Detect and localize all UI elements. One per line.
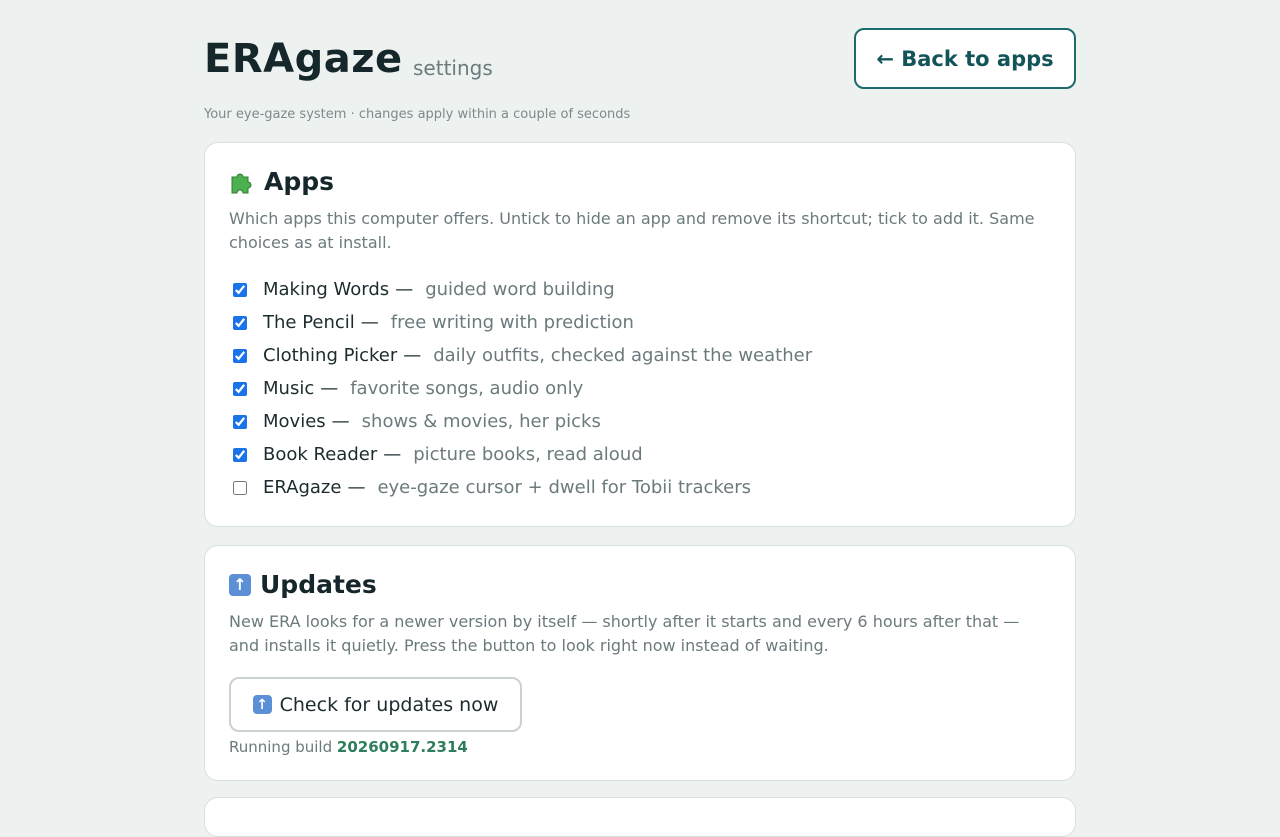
check-updates-label: Check for updates now xyxy=(279,693,499,716)
app-separator: — xyxy=(383,444,402,465)
app-name: ERAgaze xyxy=(263,477,342,498)
page-tagline: Your eye-gaze system · changes apply wit… xyxy=(204,107,631,122)
app-name: The Pencil xyxy=(263,312,355,333)
app-separator: — xyxy=(360,312,379,333)
build-label: Running build xyxy=(229,738,333,756)
updates-card: ↑ Updates New ERA looks for a newer vers… xyxy=(204,545,1076,781)
list-item[interactable]: ERAgaze — eye-gaze cursor + dwell for To… xyxy=(229,471,812,504)
app-separator: — xyxy=(403,345,422,366)
puzzle-piece-icon xyxy=(229,169,255,195)
app-description: daily outfits, checked against the weath… xyxy=(433,345,813,366)
apps-card: Apps Which apps this computer offers. Un… xyxy=(204,142,1076,527)
check-updates-button[interactable]: ↑ Check for updates now xyxy=(229,677,522,732)
up-arrow-icon: ↑ xyxy=(252,695,272,714)
app-separator: — xyxy=(395,279,414,300)
app-checkbox-book-reader[interactable] xyxy=(233,447,247,462)
list-item[interactable]: The Pencil — free writing with predictio… xyxy=(229,306,812,339)
list-item[interactable]: Movies — shows & movies, her picks xyxy=(229,405,812,438)
page-title: ERAgaze xyxy=(204,36,403,82)
app-name: Making Words xyxy=(263,279,390,300)
page-subtitle: settings xyxy=(413,56,493,80)
up-arrow-icon: ↑ xyxy=(229,573,251,596)
back-to-apps-button[interactable]: ← Back to apps xyxy=(854,28,1076,89)
app-name: Music xyxy=(263,378,315,399)
app-checkbox-clothing-picker[interactable] xyxy=(233,348,247,363)
updates-title: Updates xyxy=(260,570,377,599)
apps-heading: Apps xyxy=(229,167,334,196)
app-name: Clothing Picker xyxy=(263,345,398,366)
app-checkbox-the-pencil[interactable] xyxy=(233,315,247,330)
list-item[interactable]: Book Reader — picture books, read aloud xyxy=(229,438,812,471)
apps-title: Apps xyxy=(264,167,335,196)
page-header: ERAgaze settings Your eye-gaze system · … xyxy=(204,0,1076,128)
app-name: Book Reader xyxy=(263,444,378,465)
app-separator: — xyxy=(331,411,350,432)
build-number: 20260917.2314 xyxy=(336,738,468,756)
app-checkbox-movies[interactable] xyxy=(233,414,247,429)
next-card xyxy=(204,797,1076,837)
updates-description: New ERA looks for a newer version by its… xyxy=(229,612,1020,655)
app-checkbox-making-words[interactable] xyxy=(233,282,247,297)
updates-heading: ↑ Updates xyxy=(229,570,377,599)
app-checkbox-music[interactable] xyxy=(233,381,247,396)
app-description: shows & movies, her picks xyxy=(361,411,601,432)
build-info: Running build 20260917.2314 xyxy=(229,738,468,756)
app-checkbox-eragaze[interactable] xyxy=(233,480,247,495)
list-item[interactable]: Music — favorite songs, audio only xyxy=(229,372,812,405)
app-description: picture books, read aloud xyxy=(413,444,643,465)
apps-description: Which apps this computer offers. Untick … xyxy=(229,209,1035,252)
settings-page: ERAgaze settings Your eye-gaze system · … xyxy=(204,0,1076,837)
app-description: guided word building xyxy=(425,279,615,300)
app-separator: — xyxy=(320,378,339,399)
app-separator: — xyxy=(347,477,366,498)
list-item[interactable]: Making Words — guided word building xyxy=(229,273,812,306)
app-description: favorite songs, audio only xyxy=(350,378,584,399)
app-description: eye-gaze cursor + dwell for Tobii tracke… xyxy=(377,477,752,498)
list-item[interactable]: Clothing Picker — daily outfits, checked… xyxy=(229,339,812,372)
app-list: Making Words — guided word building The … xyxy=(229,273,812,504)
app-name: Movies xyxy=(263,411,326,432)
app-description: free writing with prediction xyxy=(390,312,634,333)
